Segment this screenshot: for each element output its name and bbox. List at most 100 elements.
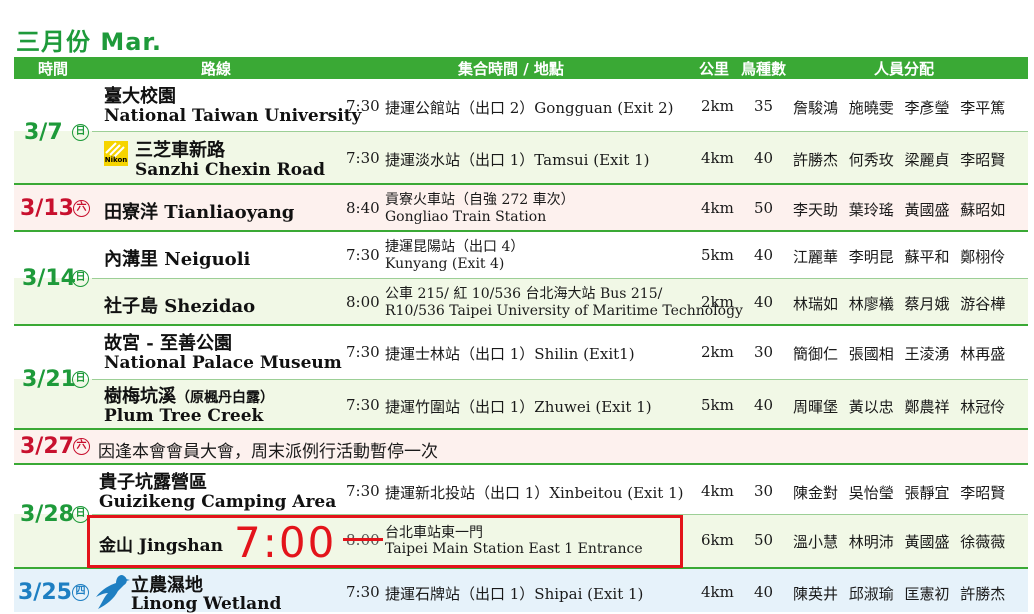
- header-time: 時間: [38, 60, 69, 78]
- meet-time: 7:30: [346, 482, 380, 500]
- weekday-badge: 六: [73, 438, 90, 455]
- meet-place: 捷運淡水站（出口 1）Tamsui (Exit 1): [385, 151, 650, 169]
- sponsor-logo-text: Nikon: [104, 156, 128, 164]
- header-route: 路線: [201, 60, 232, 78]
- weekday-badge: 日: [72, 371, 89, 388]
- divider: [14, 428, 1028, 430]
- divider: [92, 278, 1028, 279]
- distance: 4km: [701, 583, 734, 601]
- bird-count: 40: [754, 149, 774, 167]
- bird-count: 40: [754, 293, 774, 311]
- distance: 2km: [701, 97, 734, 115]
- divider: [92, 379, 1028, 380]
- staff-list: 許勝杰 何秀玫 梁麗貞 李昭賢: [793, 151, 1006, 169]
- route-name-en: Plum Tree Creek: [104, 406, 264, 426]
- divider: [92, 131, 1028, 132]
- distance: 2km: [701, 343, 734, 361]
- table-header: 時間 路線 集合時間 / 地點 公里 鳥種數 人員分配: [14, 57, 1028, 79]
- meet-place-zh: 公車 215/ 紅 10/536 台北海大站 Bus 215/: [385, 286, 663, 302]
- date-label: 3/27: [20, 434, 74, 459]
- meet-time: 7:30: [346, 149, 380, 167]
- meet-time: 8:00: [346, 293, 380, 311]
- divider: [14, 324, 1028, 326]
- meet-place-en: R10/536 Taipei University of Maritime Te…: [385, 303, 743, 319]
- bird-icon: [96, 575, 130, 609]
- meet-time: 7:30: [346, 396, 380, 414]
- meet-place: 捷運公館站（出口 2）Gongguan (Exit 2): [385, 99, 674, 117]
- date-label: 3/13: [20, 196, 74, 221]
- distance: 4km: [701, 149, 734, 167]
- bird-count: 35: [754, 97, 774, 115]
- distance: 2km: [701, 293, 734, 311]
- route-name: 田寮洋 Tianliaoyang: [104, 202, 295, 223]
- meet-place-en: Kunyang (Exit 4): [385, 256, 505, 272]
- page-title: 三月份 Mar.: [16, 28, 162, 56]
- weekday-badge: 日: [72, 270, 89, 287]
- divider: [14, 463, 1028, 465]
- meet-place-en: Gongliao Train Station: [385, 209, 547, 225]
- cancellation-note: 因逢本會會員大會，周末派例行活動暫停一次: [98, 442, 438, 462]
- meet-time: 7:30: [346, 246, 380, 264]
- route-name-en: Guizikeng Camping Area: [99, 492, 337, 512]
- route-name-zh: 臺大校園: [104, 86, 176, 107]
- route-name-zh-text: 樹梅坑溪: [104, 386, 176, 407]
- meet-place-zh: 捷運昆陽站（出口 4）: [385, 239, 525, 255]
- highlight-box: [87, 515, 683, 568]
- route-name-en: National Palace Museum: [104, 353, 342, 373]
- staff-list: 林瑞如 林廖檥 蔡月娥 游谷樺: [793, 295, 1006, 313]
- meet-place: 捷運士林站（出口 1）Shilin (Exit1): [385, 345, 635, 363]
- bird-count: 40: [754, 396, 774, 414]
- date-label: 3/14: [22, 266, 76, 291]
- meet-place: 捷運竹圍站（出口 1）Zhuwei (Exit 1): [385, 398, 652, 416]
- bird-count: 30: [754, 343, 774, 361]
- meet-time: 7:30: [346, 97, 380, 115]
- divider: [14, 230, 1028, 232]
- divider: [14, 183, 1028, 185]
- distance: 5km: [701, 246, 734, 264]
- meet-place: 捷運石牌站（出口 1）Shipai (Exit 1): [385, 585, 644, 603]
- date-label: 3/25: [18, 580, 72, 605]
- distance: 4km: [701, 199, 734, 217]
- weekday-badge: 四: [72, 584, 89, 601]
- route-name-zh-note: （原楓丹白露）: [176, 390, 274, 406]
- distance: 6km: [701, 531, 734, 549]
- header-staff: 人員分配: [874, 60, 935, 78]
- header-birds: 鳥種數: [741, 60, 787, 78]
- route-name-en: Sanzhi Chexin Road: [135, 160, 325, 180]
- meet-time: 7:30: [346, 343, 380, 361]
- bird-count: 30: [754, 482, 774, 500]
- staff-list: 詹駿鴻 施曉雯 李彥瑩 李平篤: [793, 99, 1006, 117]
- header-meet: 集合時間 / 地點: [458, 60, 564, 78]
- weekday-badge: 日: [72, 124, 89, 141]
- staff-list: 江麗華 李明昆 蘇平和 鄭栩伶: [793, 248, 1006, 266]
- sponsor-logo: Nikon: [104, 141, 128, 166]
- bird-count: 40: [754, 246, 774, 264]
- date-label: 3/21: [22, 367, 76, 392]
- route-name-en: Linong Wetland: [131, 594, 282, 614]
- bird-count: 50: [754, 531, 774, 549]
- route-name-zh: 三芝車新路: [135, 140, 225, 161]
- bird-count: 40: [754, 583, 774, 601]
- distance: 4km: [701, 482, 734, 500]
- staff-list: 李天助 葉玲瑤 黃國盛 蘇昭如: [793, 201, 1006, 219]
- meet-place-zh: 貢寮火車站（自強 272 車次）: [385, 192, 575, 208]
- staff-list: 陳金對 吳怡瑩 張靜宜 李昭賢: [793, 484, 1006, 502]
- distance: 5km: [701, 396, 734, 414]
- staff-list: 簡御仁 張國相 王淩湧 林再盛: [793, 345, 1006, 363]
- header-km: 公里: [699, 60, 730, 78]
- route-name-zh: 故宮 - 至善公園: [104, 333, 233, 354]
- route-name: 社子島 Shezidao: [104, 296, 256, 317]
- date-label: 3/7: [24, 120, 63, 145]
- route-name-en: National Taiwan University: [104, 106, 362, 126]
- meet-time: 7:30: [346, 583, 380, 601]
- staff-list: 周暉堡 黃以忠 鄭農祥 林冠伶: [793, 398, 1006, 416]
- route-name: 內溝里 Neiguoli: [104, 249, 251, 270]
- meet-place: 捷運新北投站（出口 1）Xinbeitou (Exit 1): [385, 484, 684, 502]
- staff-list: 陳英井 邱淑瑜 匡憲初 許勝杰: [793, 585, 1006, 603]
- route-name-zh: 樹梅坑溪（原楓丹白露）: [104, 382, 274, 408]
- staff-list: 溫小慧 林明沛 黃國盛 徐薇薇: [793, 533, 1006, 551]
- bird-count: 50: [754, 199, 774, 217]
- weekday-badge: 六: [73, 200, 90, 217]
- route-name-zh: 貴子坑露營區: [99, 472, 207, 493]
- date-label: 3/28: [20, 502, 74, 527]
